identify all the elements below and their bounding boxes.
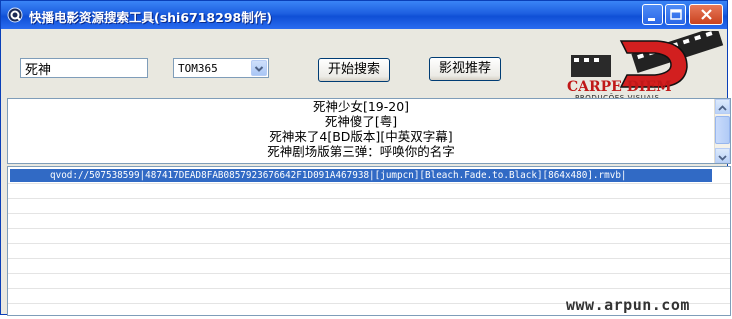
start-search-button[interactable]: 开始搜索 — [318, 58, 390, 82]
close-icon — [701, 9, 712, 20]
search-input[interactable] — [20, 58, 148, 78]
grid-line — [8, 198, 730, 199]
result-item[interactable]: 死神傻了[粤] — [8, 114, 730, 129]
result-item[interactable]: 死神来了4[BD版本][中英双字幕] — [8, 129, 730, 144]
grid-line — [8, 288, 730, 289]
qvod-link-row[interactable]: qvod://507538599|487417DEAD8FAB085792367… — [10, 169, 712, 182]
movie-recommend-button[interactable]: 影视推荐 — [429, 57, 501, 81]
source-dropdown-button[interactable] — [251, 60, 267, 76]
grid-line — [8, 258, 730, 259]
scroll-thumb[interactable] — [715, 116, 730, 144]
app-window: 快播电影资源搜索工具(shi6718298制作) TOM365 开始搜索 影视推… — [0, 0, 731, 316]
scroll-up-button[interactable] — [715, 99, 730, 114]
scroll-down-button[interactable] — [715, 148, 730, 163]
logo-text-main: CARPE DIEM — [567, 79, 672, 95]
result-item[interactable]: 死神少女[19-20] — [8, 99, 730, 114]
source-select-value: TOM365 — [178, 62, 218, 75]
close-button[interactable] — [689, 4, 723, 25]
chevron-down-icon — [254, 66, 264, 72]
maximize-icon — [670, 9, 682, 20]
minimize-button[interactable] — [642, 4, 663, 25]
grid-line — [8, 183, 730, 184]
minimize-icon — [648, 18, 655, 21]
qvod-app-icon — [7, 7, 23, 23]
grid-line — [8, 228, 730, 229]
window-title: 快播电影资源搜索工具(shi6718298制作) — [29, 10, 272, 25]
results-scrollbar[interactable] — [714, 99, 730, 163]
grid-line — [8, 243, 730, 244]
search-results-list[interactable]: 死神少女[19-20] 死神傻了[粤] 死神来了4[BD版本][中英双字幕] 死… — [7, 98, 731, 164]
qvod-link-list[interactable]: qvod://507538599|487417DEAD8FAB085792367… — [7, 166, 731, 316]
scroll-up-icon — [718, 105, 727, 111]
scroll-down-icon — [718, 155, 727, 161]
carpe-diem-logo: CARPE DIEM PRODUÇÕES VISUAIS — [561, 26, 727, 102]
result-item[interactable]: 死神剧场版第三弹：呼唤你的名字 — [8, 144, 730, 159]
source-select[interactable]: TOM365 — [173, 58, 269, 78]
grid-line — [8, 213, 730, 214]
maximize-button[interactable] — [665, 4, 686, 25]
watermark: www.arpun.com — [566, 296, 690, 314]
grid-line — [8, 273, 730, 274]
title-bar[interactable]: 快播电影资源搜索工具(shi6718298制作) — [1, 1, 727, 29]
